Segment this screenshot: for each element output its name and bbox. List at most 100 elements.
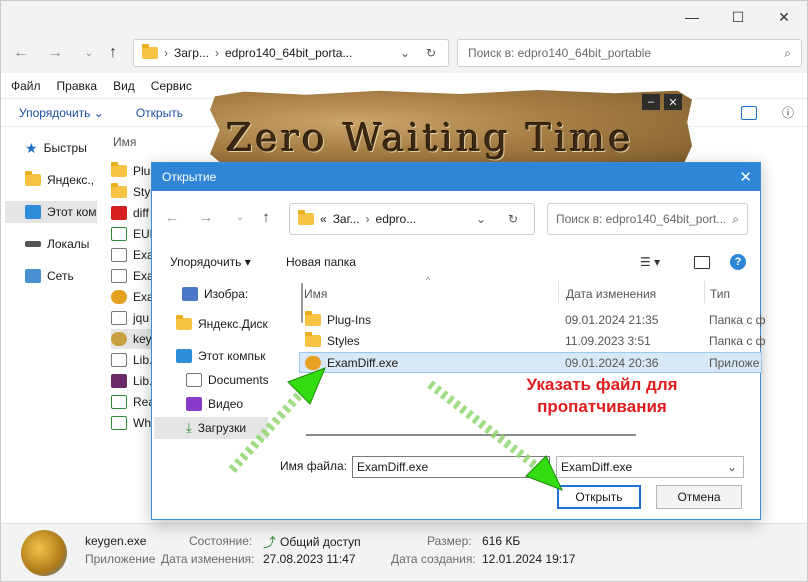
banner-title: Zero Waiting Time [226, 116, 634, 160]
up-arrow-icon[interactable]: ↑ [101, 41, 125, 65]
chevron-down-icon[interactable]: ⌄ [476, 212, 486, 226]
close-icon[interactable]: ✕ [761, 1, 807, 33]
column-header-name[interactable]: Имя [304, 281, 327, 307]
nav-item-local[interactable]: Локалы [25, 233, 97, 255]
column-divider[interactable] [558, 281, 559, 303]
nav-item-yandex-disk[interactable]: Яндекс.Диск [176, 313, 268, 335]
pictures-icon [182, 287, 198, 301]
back-arrow-icon[interactable]: ← [162, 207, 182, 227]
list-item-label: diff [133, 206, 149, 220]
filetype-select[interactable]: ExamDiff.exe ⌄ [556, 456, 744, 478]
nav-item-quick-access[interactable]: ★ Быстры [25, 137, 97, 159]
menu-file[interactable]: Файл [11, 79, 41, 93]
open-command-button[interactable]: Открыть [136, 106, 183, 120]
nav-item-pictures[interactable]: Изобра: [182, 283, 248, 305]
back-arrow-icon[interactable]: ← [9, 41, 33, 65]
vivaldi-icon [111, 206, 127, 220]
detail-created-label: Дата создания: [391, 552, 476, 566]
column-name-header[interactable]: Имя [113, 135, 136, 149]
share-icon: ⤴ [263, 532, 276, 551]
nav-item-network[interactable]: Сеть [25, 265, 97, 287]
menu-tools[interactable]: Сервис [151, 79, 192, 93]
detail-state: ⤴ Общий доступ [263, 532, 361, 551]
search-placeholder: Поиск в: edpro140_64bit_portable [468, 46, 651, 60]
detail-size-value: 616 КБ [482, 534, 520, 548]
address-segment[interactable]: Загр... [174, 46, 209, 60]
detail-state-label: Состояние: [189, 534, 252, 548]
folder-icon [111, 165, 127, 177]
application-icon [305, 356, 321, 370]
chevron-down-icon[interactable]: ⌄ [400, 46, 410, 60]
open-file-dialog: Открытие ✕ ← → ⌄ ↑ « Заг... › edpro... ⌄… [151, 162, 761, 520]
dialog-address-bar[interactable]: « Заг... › edpro... ⌄ ↻ [289, 203, 535, 235]
menu-view[interactable]: Вид [113, 79, 135, 93]
address-row: ← → ⌄ ↑ › Загр... › edpro140_64bit_porta… [1, 33, 807, 73]
search-icon[interactable]: ⌕ [732, 212, 739, 227]
nav-item-downloads[interactable]: ⤓Загрузки [154, 417, 268, 439]
search-placeholder: Поиск в: edpro140_64bit_port... [556, 212, 726, 226]
organize-button[interactable]: Упорядочить ▾ [170, 255, 251, 269]
filename-input[interactable] [352, 456, 550, 478]
banner-minimize-icon[interactable]: – [642, 94, 660, 110]
organize-button[interactable]: Упорядочить ⌄ [19, 106, 104, 120]
file-date: 09.01.2024 21:35 [565, 310, 658, 330]
detail-created-value: 12.01.2024 19:17 [482, 552, 575, 566]
video-icon [186, 397, 202, 411]
chevron-down-icon[interactable]: ⌄ [230, 207, 250, 227]
nav-item-yandex[interactable]: Яндекс., [25, 169, 97, 191]
chevron-down-icon: ⌄ [727, 460, 737, 474]
table-row[interactable]: Styles 11.09.2023 3:51 Папка с ф [299, 331, 762, 352]
address-segment[interactable]: edpro140_64bit_porta... [225, 46, 352, 60]
file-type: Папка с ф [709, 331, 766, 351]
banner-close-icon[interactable]: ✕ [664, 94, 682, 110]
monitor-icon [25, 205, 41, 219]
keygen-banner: Zero Waiting Time – ✕ [210, 90, 692, 170]
details-pane-icon[interactable]: ⓘ [782, 104, 794, 121]
preview-pane-icon[interactable] [694, 256, 710, 269]
annotation-text: Указать файл для пропатчивания [504, 374, 700, 418]
address-segment[interactable]: Заг... [333, 212, 360, 226]
horizontal-scrollbar[interactable] [306, 434, 636, 436]
new-folder-button[interactable]: Новая папка [286, 255, 356, 269]
refresh-icon[interactable]: ↻ [508, 212, 518, 226]
close-icon[interactable]: ✕ [739, 168, 752, 186]
address-bar[interactable]: › Загр... › edpro140_64bit_porta... ⌄ ↻ [133, 39, 449, 67]
up-arrow-icon[interactable]: ↑ [256, 207, 276, 227]
column-header-date[interactable]: Дата изменения [566, 281, 656, 307]
list-item-label: Lib. [133, 353, 152, 367]
menu-edit[interactable]: Правка [57, 79, 98, 93]
detail-filetype: Приложение [85, 552, 155, 566]
nav-item-this-pc[interactable]: Этот компьк [176, 345, 266, 367]
file-name: Styles [327, 334, 360, 348]
maximize-icon[interactable]: ☐ [715, 1, 761, 33]
view-options-icon[interactable]: ☰ ▾ [640, 255, 660, 269]
document-icon [111, 395, 127, 409]
column-header-type[interactable]: Тип [710, 281, 730, 307]
nav-item-video[interactable]: Видео [186, 393, 243, 415]
help-icon[interactable]: ? [730, 254, 746, 270]
nav-item-documents[interactable]: Documents [186, 369, 268, 391]
chevron-down-icon[interactable]: ⌄ [77, 41, 101, 65]
file-type: Приложе [709, 353, 759, 373]
sort-ascending-icon: ^ [426, 275, 430, 285]
refresh-icon[interactable]: ↻ [426, 46, 436, 60]
folder-icon [25, 174, 41, 186]
forward-arrow-icon[interactable]: → [43, 41, 67, 65]
documents-icon [186, 373, 202, 387]
forward-arrow-icon[interactable]: → [196, 207, 216, 227]
open-button[interactable]: Открыть [557, 485, 641, 509]
preview-pane-icon[interactable] [741, 106, 757, 120]
search-input[interactable]: Поиск в: edpro140_64bit_portable ⌕ [457, 39, 802, 67]
minimize-icon[interactable]: — [669, 1, 715, 33]
dialog-search-input[interactable]: Поиск в: edpro140_64bit_port... ⌕ [547, 203, 748, 235]
address-segment[interactable]: edpro... [376, 212, 417, 226]
cancel-button[interactable]: Отмена [656, 485, 742, 509]
address-overflow[interactable]: « [320, 212, 327, 226]
search-icon[interactable]: ⌕ [784, 46, 791, 61]
column-divider[interactable] [704, 281, 705, 303]
table-row[interactable]: Plug-Ins 09.01.2024 21:35 Папка с ф [299, 310, 762, 331]
folder-icon [111, 186, 127, 198]
nav-item-label: Быстры [44, 141, 87, 155]
table-row-selected[interactable]: ExamDiff.exe 09.01.2024 20:36 Приложе [299, 352, 762, 373]
nav-item-this-pc[interactable]: Этот ком [5, 201, 97, 223]
